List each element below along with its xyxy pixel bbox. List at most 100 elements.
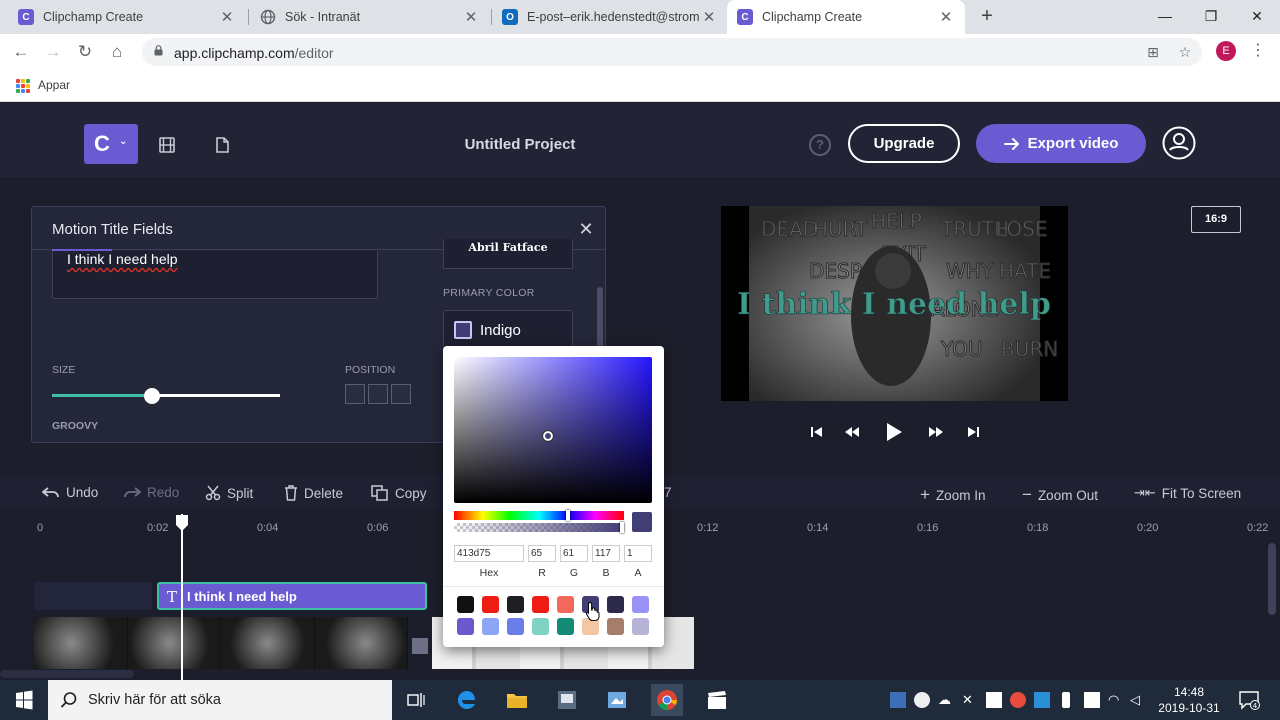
- alpha-slider[interactable]: [454, 523, 624, 532]
- font-selector[interactable]: Abril Fatface: [443, 239, 573, 269]
- star-icon[interactable]: ☆: [1176, 43, 1194, 61]
- usb-icon[interactable]: [1062, 692, 1070, 708]
- hex-input[interactable]: 413d75: [454, 545, 524, 562]
- timeline-horizontal-scrollbar[interactable]: [0, 670, 134, 678]
- skip-forward-icon[interactable]: [966, 421, 982, 443]
- bookmark-apps[interactable]: Appar: [38, 78, 70, 92]
- position-left[interactable]: [345, 384, 365, 404]
- undo-button[interactable]: Undo: [42, 485, 98, 500]
- close-icon[interactable]: ✕: [218, 8, 236, 26]
- home-icon[interactable]: ⌂: [106, 41, 128, 63]
- minimize-button[interactable]: —: [1150, 4, 1180, 28]
- close-icon[interactable]: ✕: [462, 8, 480, 26]
- preset-swatch[interactable]: [532, 618, 549, 635]
- task-view-icon[interactable]: [400, 684, 432, 716]
- playhead-line[interactable]: [181, 514, 183, 680]
- battery-icon[interactable]: [1084, 692, 1100, 708]
- alpha-input[interactable]: 1: [624, 545, 652, 562]
- close-icon[interactable]: ✕: [577, 219, 595, 240]
- preset-swatch[interactable]: [557, 618, 574, 635]
- blue-input[interactable]: 117: [592, 545, 620, 562]
- apps-grid-icon[interactable]: [16, 79, 30, 93]
- preset-swatch[interactable]: [557, 596, 574, 613]
- tray-app-icon[interactable]: [1034, 692, 1050, 708]
- restore-button[interactable]: ❐: [1196, 4, 1226, 28]
- tray-cloud-icon[interactable]: ☁: [938, 692, 954, 708]
- back-arrow-icon[interactable]: ←: [10, 41, 32, 63]
- preset-swatch[interactable]: [482, 618, 499, 635]
- windows-start-icon[interactable]: [0, 680, 48, 720]
- split-button[interactable]: Split: [205, 485, 253, 501]
- transition-icon[interactable]: [412, 638, 428, 654]
- text-clip[interactable]: T I think I need help: [157, 582, 427, 610]
- position-right[interactable]: [391, 384, 411, 404]
- project-title[interactable]: Untitled Project: [380, 136, 660, 153]
- copy-button[interactable]: Copy: [371, 485, 427, 501]
- tray-app-icon[interactable]: [890, 692, 906, 708]
- rewind-icon[interactable]: [843, 421, 861, 443]
- empty-track-area[interactable]: [34, 582, 152, 610]
- aspect-ratio-button[interactable]: 16:9: [1191, 206, 1241, 233]
- close-icon[interactable]: ✕: [700, 8, 718, 26]
- app-icon[interactable]: [601, 684, 633, 716]
- speaker-icon[interactable]: ◁: [1130, 692, 1146, 708]
- video-preview[interactable]: DEADHURTHELPTRUTHLOSEEXITWHYHATEDESPAIRA…: [721, 206, 1068, 401]
- primary-color-field[interactable]: Indigo: [443, 310, 573, 348]
- preset-swatch[interactable]: [532, 596, 549, 613]
- wifi-icon[interactable]: ◠: [1108, 692, 1124, 708]
- hue-slider-thumb[interactable]: [566, 510, 570, 521]
- position-center[interactable]: [368, 384, 388, 404]
- tray-tools-icon[interactable]: ✕: [962, 692, 978, 708]
- browser-tab-outlook[interactable]: O E-post–erik.hedenstedt@stromst ✕: [492, 0, 728, 34]
- red-input[interactable]: 65: [528, 545, 556, 562]
- browser-tab-clipchamp-1[interactable]: C Clipchamp Create ✕: [8, 0, 246, 34]
- taskbar-search-box[interactable]: Skriv här för att söka: [48, 680, 392, 720]
- preset-swatch[interactable]: [482, 596, 499, 613]
- film-icon[interactable]: [158, 136, 176, 154]
- preset-swatch[interactable]: [507, 618, 524, 635]
- preset-swatch[interactable]: [632, 618, 649, 635]
- size-slider-thumb[interactable]: [144, 388, 161, 404]
- skip-back-icon[interactable]: [808, 421, 824, 443]
- chrome-icon[interactable]: [651, 684, 683, 716]
- taskbar-clock[interactable]: 14:48 2019-10-31: [1150, 684, 1228, 716]
- notification-icon[interactable]: 4: [1238, 690, 1260, 710]
- saturation-area[interactable]: [454, 357, 652, 503]
- zoom-out-button[interactable]: − Zoom Out: [1022, 485, 1098, 505]
- redo-button[interactable]: Redo: [123, 485, 179, 500]
- saturation-cursor[interactable]: [542, 430, 554, 442]
- clipchamp-menu-button[interactable]: C ⌄: [84, 124, 138, 164]
- zoom-in-button[interactable]: + Zoom In: [920, 485, 985, 505]
- tray-app-icon[interactable]: [1010, 692, 1026, 708]
- delete-button[interactable]: Delete: [284, 485, 343, 501]
- fit-to-screen-button[interactable]: ⇥⇤ Fit To Screen: [1134, 485, 1241, 501]
- profile-avatar[interactable]: E: [1216, 41, 1236, 61]
- document-icon[interactable]: [213, 136, 231, 154]
- preset-swatch[interactable]: [607, 618, 624, 635]
- tray-app-icon[interactable]: [986, 692, 1002, 708]
- address-bar[interactable]: app.clipchamp.com/editor ⊞ ☆: [142, 38, 1202, 66]
- browser-tab-intranet[interactable]: Sök - Intranät ✕: [250, 0, 490, 34]
- user-account-icon[interactable]: [1162, 126, 1196, 160]
- media-app-icon[interactable]: [551, 684, 583, 716]
- upgrade-button[interactable]: Upgrade: [848, 124, 960, 163]
- new-tab-button[interactable]: +: [976, 5, 998, 27]
- tray-app-icon[interactable]: [914, 692, 930, 708]
- preset-swatch[interactable]: [507, 596, 524, 613]
- timeline-vertical-scrollbar[interactable]: [1268, 543, 1276, 615]
- green-input[interactable]: 61: [560, 545, 588, 562]
- preset-swatch[interactable]: [607, 596, 624, 613]
- translate-icon[interactable]: ⊞: [1144, 43, 1162, 61]
- hue-slider[interactable]: [454, 511, 624, 520]
- play-icon[interactable]: [884, 421, 904, 443]
- edge-browser-icon[interactable]: [451, 684, 483, 716]
- alpha-slider-thumb[interactable]: [620, 522, 624, 533]
- title-text-input[interactable]: I think I need help: [52, 251, 378, 299]
- more-vert-icon[interactable]: ⋮: [1250, 42, 1266, 60]
- clapperboard-icon[interactable]: [701, 684, 733, 716]
- reload-icon[interactable]: ↻: [74, 41, 96, 63]
- browser-tab-clipchamp-active[interactable]: C Clipchamp Create ✕: [727, 0, 965, 34]
- forward-arrow-icon[interactable]: →: [42, 41, 64, 63]
- preset-swatch[interactable]: [457, 596, 474, 613]
- export-video-button[interactable]: Export video: [976, 124, 1146, 163]
